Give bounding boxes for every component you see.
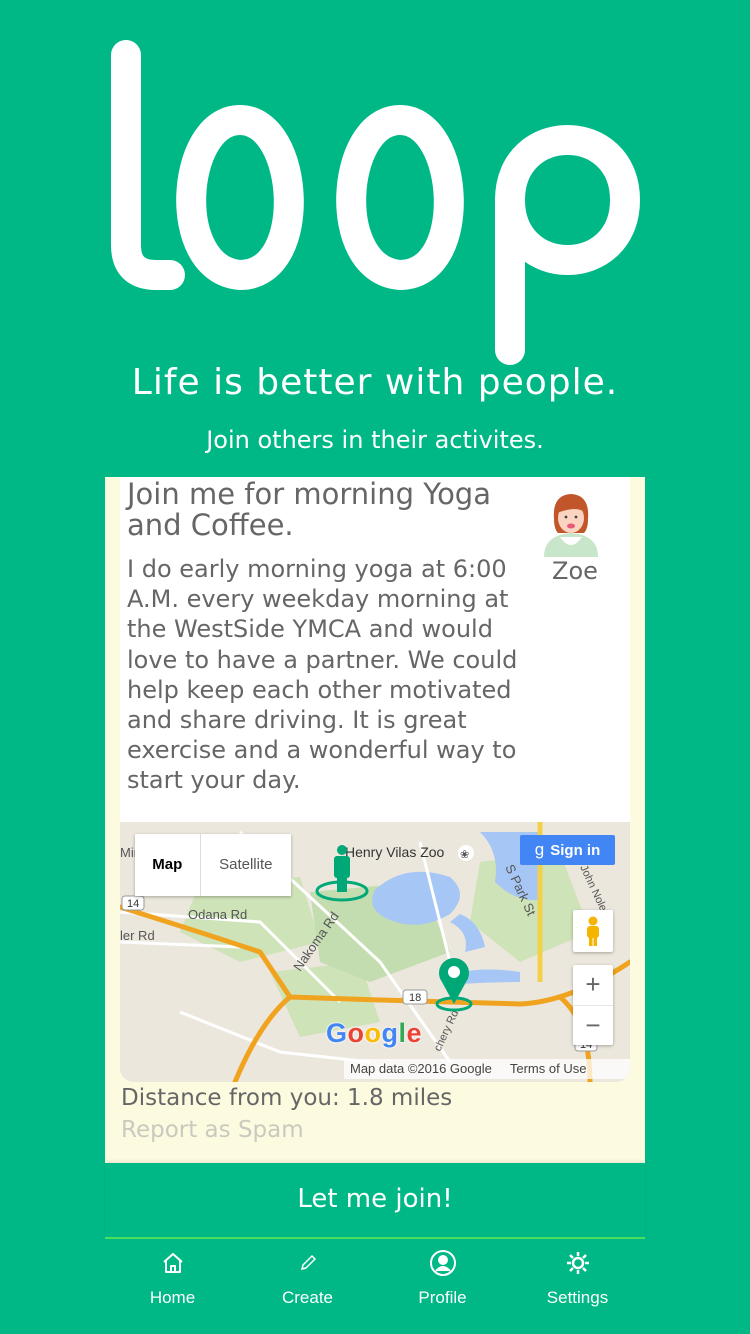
tab-profile-label: Profile (418, 1288, 467, 1307)
pencil-icon (300, 1254, 316, 1271)
svg-text:Odana Rd: Odana Rd (188, 907, 247, 922)
tab-settings-label: Settings (546, 1288, 609, 1307)
tab-settings[interactable]: Settings (510, 1240, 645, 1320)
gear-icon (566, 1252, 589, 1274)
loop-logo (111, 40, 640, 365)
street-view-pegman-button[interactable] (573, 910, 613, 952)
activity-card: Join me for morning Yoga and Coffee. I d… (105, 477, 645, 1163)
tagline: Life is better with people. (131, 362, 619, 403)
tab-create-label: Create (281, 1288, 334, 1307)
avatar[interactable] (540, 491, 602, 557)
subtagline: Join others in their activites. (206, 426, 544, 454)
svg-text:14: 14 (127, 898, 139, 910)
map-signin-button[interactable]: g Sign in (520, 835, 615, 865)
zoom-in-button[interactable]: + (573, 965, 613, 1006)
post-body: I do early morning yoga at 6:00 A.M. eve… (127, 555, 518, 795)
svg-text:Henry Vilas Zoo: Henry Vilas Zoo (345, 844, 445, 860)
tab-profile[interactable]: Profile (375, 1240, 510, 1320)
profile-icon (429, 1250, 456, 1276)
report-spam-link[interactable]: Report as Spam (121, 1117, 304, 1143)
author-name[interactable]: Zoe (540, 557, 610, 585)
google-g-icon: g (534, 840, 545, 859)
bottom-tab-bar: Home Create Profile Settings (105, 1240, 645, 1320)
map-attribution: Map data ©2016 Google Terms of Use (344, 1059, 630, 1079)
svg-text:ler Rd: ler Rd (120, 928, 155, 943)
pegman-icon (587, 916, 599, 946)
map-type-map-button[interactable]: Map (135, 834, 201, 896)
map[interactable]: Odana Rd ler Rd Min Henry Vilas Zoo Nako… (120, 822, 630, 1082)
signin-label: Sign in (550, 842, 601, 859)
svg-text:18: 18 (409, 992, 421, 1004)
post-title: Join me for morning Yoga and Coffee. (127, 477, 491, 542)
tab-home[interactable]: Home (105, 1240, 240, 1320)
svg-text:❀: ❀ (460, 848, 469, 861)
tab-create[interactable]: Create (240, 1240, 375, 1320)
join-button[interactable]: Let me join! (105, 1163, 645, 1239)
home-icon (162, 1253, 183, 1273)
zoom-out-button[interactable]: − (573, 1006, 613, 1046)
post-content: Join me for morning Yoga and Coffee. I d… (120, 477, 630, 822)
terms-of-use-link[interactable]: Terms of Use (510, 1061, 587, 1076)
map-type-satellite-button[interactable]: Satellite (201, 834, 291, 896)
map-type-toggle[interactable]: Map Satellite (135, 834, 291, 896)
distance-text: Distance from you: 1.8 miles (121, 1085, 453, 1111)
zoom-controls: + − (573, 965, 613, 1045)
map-data-credit: Map data ©2016 Google (350, 1061, 492, 1076)
google-logo: Google (326, 1018, 423, 1048)
tab-home-label: Home (149, 1288, 196, 1307)
